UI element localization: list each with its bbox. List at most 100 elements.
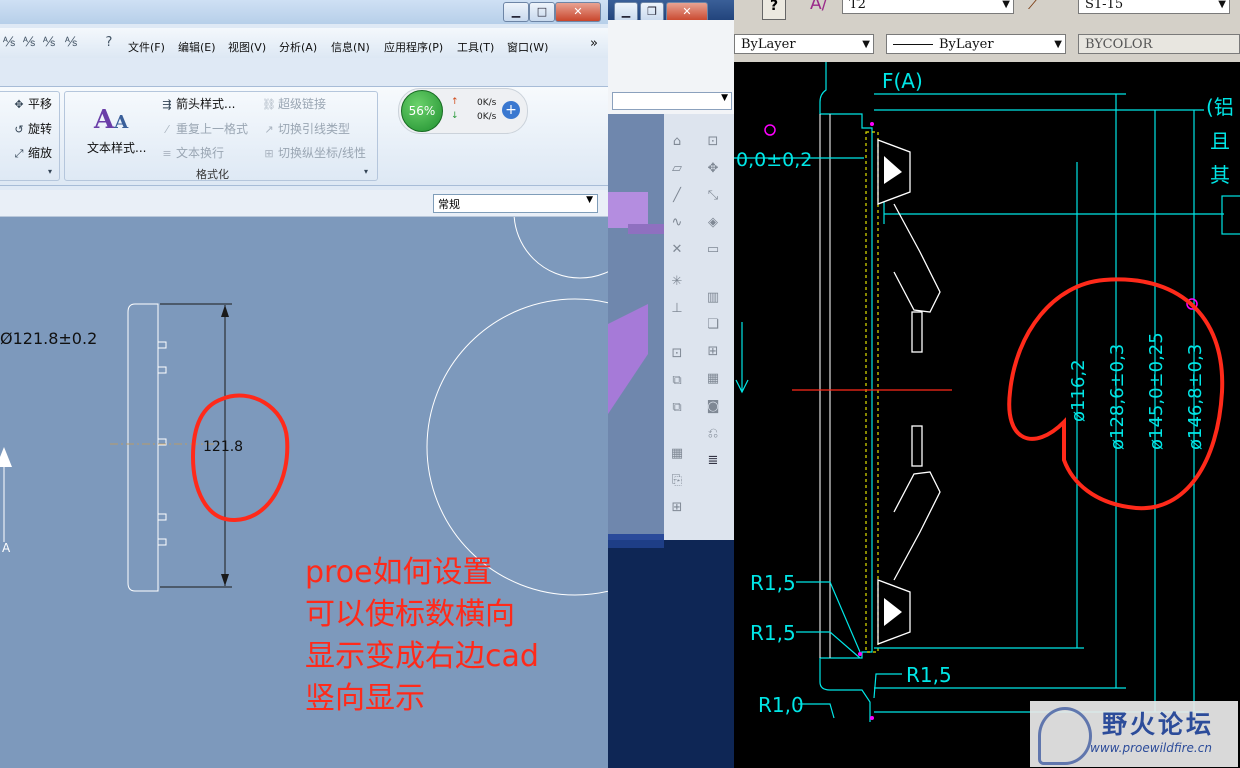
mid-close-button[interactable]: ✕ [666, 2, 708, 22]
menu-window[interactable]: 窗口(W) [507, 39, 548, 55]
cad-linetype-select[interactable]: ByLayer ▼ [886, 34, 1066, 54]
tool-curve-icon[interactable]: ∿ [666, 213, 688, 233]
pan-button[interactable]: ✥ 平移 [12, 95, 52, 112]
help-icon[interactable]: ? [100, 34, 118, 52]
style-select[interactable]: 常规 ▼ [433, 194, 598, 213]
tool-scale-icon[interactable]: ⤡ [702, 186, 724, 206]
text-style-icon: AA [94, 105, 129, 135]
cad-profile-outer [819, 62, 873, 722]
chevron-down-icon: ▼ [586, 195, 593, 205]
tool-arrows-icon[interactable]: ✥ [702, 159, 724, 179]
minimize-button[interactable]: ▁ [503, 2, 529, 22]
section-label-a: A [2, 541, 11, 555]
model-part-1 [608, 192, 648, 228]
arrow-style-icon: ⇶ [162, 98, 172, 111]
menu-tools[interactable]: 工具(T) [457, 39, 494, 55]
arrow-style-button[interactable]: ⇶ 箭头样式... [160, 95, 235, 112]
cad-text-style-icon[interactable]: A/ [810, 0, 836, 18]
tool-house-icon[interactable]: ⌂ [666, 132, 688, 152]
repeat-format-button[interactable]: ⁄ 重复上一格式 [160, 120, 248, 137]
tool-icon-3[interactable]: ⅍ [40, 34, 58, 52]
watermark-logo-icon [1038, 707, 1092, 765]
tool-box-icon[interactable]: ⊡ [702, 132, 724, 152]
cad-plotstyle-select[interactable]: BYCOLOR [1078, 34, 1240, 54]
middle-select[interactable]: ▼ [612, 92, 732, 110]
cad-dim-text-4: ø146,8±0,3 [1185, 344, 1206, 450]
rotate-button[interactable]: ↺ 旋转 [12, 120, 52, 137]
tool-view-icon[interactable]: ⊡ [666, 344, 688, 364]
menu-info[interactable]: 信息(N) [331, 39, 370, 55]
add-icon[interactable]: + [502, 101, 520, 119]
format-expand-icon[interactable]: ▾ [364, 167, 368, 176]
cad-dimstyle-icon[interactable]: ⟋ [1028, 0, 1054, 18]
menu-applications[interactable]: 应用程序(P) [384, 39, 443, 55]
menu-edit[interactable]: 编辑(E) [178, 39, 216, 55]
more-chevron-icon[interactable]: » [590, 36, 598, 51]
tool-point-icon[interactable]: ✕ [666, 240, 688, 260]
mid-minimize-button[interactable]: ▁ [614, 2, 638, 22]
tool-bars-icon[interactable]: ▥ [702, 288, 724, 308]
cad-chevron-down-icon: ▼ [1218, 0, 1226, 10]
watermark-url: www.proewildfire.cn [1090, 741, 1212, 755]
cad-help-icon[interactable]: ? [762, 0, 786, 20]
tool-image-icon[interactable]: ◙ [702, 397, 724, 417]
menu-bar: ⅍ ⅍ ⅍ ⅍ ? 文件(F) 编辑(E) 视图(V) 分析(A) 信息(N) … [0, 28, 608, 58]
model-part-3 [608, 304, 648, 414]
tool-grid-icon[interactable]: ⊞ [702, 342, 724, 362]
cad-dim-style-select[interactable]: S1-15 ▼ [1078, 0, 1230, 14]
tool-pattern-icon[interactable]: ▦ [666, 444, 688, 464]
cad-clamp-bottom-triangle [884, 598, 902, 626]
cad-note-2: 且 [1210, 129, 1230, 153]
menu-view[interactable]: 视图(V) [228, 39, 266, 55]
question-annotation: proe如何设置 可以使标数横向 显示变成右边cad 竖向显示 [305, 555, 539, 716]
ordinate-icon: ⊞ [264, 147, 274, 160]
tool-copy-icon[interactable]: ⧉ [666, 398, 688, 418]
hyperlink-icon: ⛓ [262, 98, 276, 111]
switch-leader-button[interactable]: ↗ 切换引线类型 [262, 120, 350, 137]
menu-analysis[interactable]: 分析(A) [279, 39, 317, 55]
cad-text-style-select[interactable]: T2 ▼ [842, 0, 1014, 14]
hyperlink-button[interactable]: ⛓ 超级链接 [262, 95, 326, 112]
tool-csys-icon[interactable]: ⊥ [666, 299, 688, 319]
highlight-circle [190, 393, 290, 523]
tool-stack-icon[interactable]: ❏ [702, 315, 724, 335]
tool-icon-2[interactable]: ⅍ [20, 34, 38, 52]
middle-model-view[interactable] [608, 114, 664, 540]
part-profile [127, 303, 159, 592]
tool-frame-icon[interactable]: ▭ [702, 240, 724, 260]
cad-note-3: 其 [1210, 163, 1230, 187]
pan-icon: ✥ [14, 98, 24, 111]
cad-color-select[interactable]: ByLayer ▼ [734, 34, 874, 54]
text-wrap-button[interactable]: ≡ 文本换行 [160, 144, 224, 161]
tool-plane-icon[interactable]: ▱ [666, 159, 688, 179]
tool-note-icon[interactable]: ≣ [702, 451, 724, 471]
tool-measure-icon[interactable]: ⎌ [702, 424, 724, 444]
tool-icon-4[interactable]: ⅍ [62, 34, 80, 52]
tool-layer-icon[interactable]: ⧉ [666, 371, 688, 391]
maximize-button[interactable]: □ [529, 2, 555, 22]
text-style-button[interactable]: 文本样式... [87, 139, 146, 156]
tool-line-icon[interactable]: ╱ [666, 186, 688, 206]
tool-axis-icon[interactable]: ✳ [666, 272, 688, 292]
cad-chevron-down-icon: ▼ [1002, 0, 1010, 10]
tool-table-icon[interactable]: ▦ [702, 369, 724, 389]
cad-profile-inner [819, 114, 831, 658]
network-monitor-widget[interactable]: 56% ↑ ↓ 0K/s 0K/s + [398, 88, 528, 134]
cad-leader-r2 [796, 631, 861, 659]
close-button[interactable]: ✕ [555, 2, 601, 22]
upload-arrow-icon: ↑ [451, 97, 459, 107]
cad-window: ? A/ T2 ▼ ⟋ S1-15 ▼ ByLayer ▼ ByLayer ▼ BYCO… [734, 0, 1240, 768]
cad-leader-r1 [796, 581, 861, 653]
group-expand-icon[interactable]: ▾ [48, 167, 52, 176]
mid-restore-button[interactable]: ❐ [640, 2, 664, 22]
dim-arrow-top [221, 305, 229, 317]
tool-shape-icon[interactable]: ◈ [702, 213, 724, 233]
tool-icon-1[interactable]: ⅍ [0, 34, 18, 52]
zoom-button[interactable]: ⤢ 缩放 [12, 144, 52, 161]
cad-toolbars: ? A/ T2 ▼ ⟋ S1-15 ▼ ByLayer ▼ ByLayer ▼ BYCO… [734, 0, 1240, 62]
menu-file[interactable]: 文件(F) [128, 39, 165, 55]
tool-merge-icon[interactable]: ⊞ [666, 498, 688, 518]
switch-ordinate-button[interactable]: ⊞ 切换纵坐标/线性 [262, 144, 366, 161]
tool-mirror-icon[interactable]: ⎘ [666, 471, 688, 491]
cad-dim-text-2: ø128,6±0,3 [1107, 344, 1128, 450]
